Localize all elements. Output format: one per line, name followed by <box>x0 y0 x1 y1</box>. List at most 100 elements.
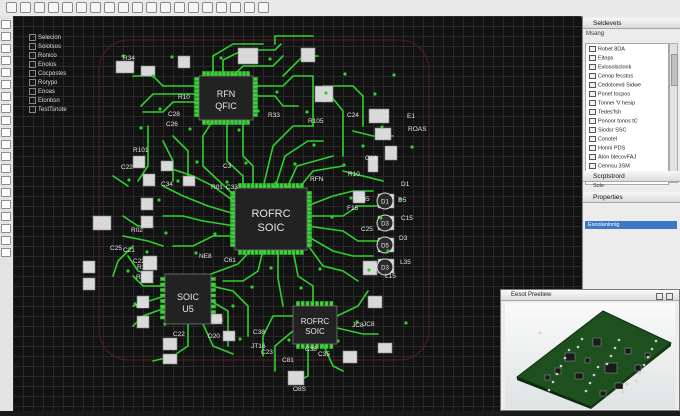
polygon-icon[interactable] <box>1 140 11 149</box>
checkbox-icon[interactable] <box>29 106 36 113</box>
minimize-icon[interactable] <box>656 293 663 300</box>
scroll-thumb[interactable] <box>671 54 678 86</box>
chip-soic-u5[interactable]: SOIC U5 <box>164 273 212 325</box>
tree-item[interactable]: Robet 8DA <box>589 46 625 52</box>
pointer-icon[interactable] <box>1 20 11 29</box>
component-tree[interactable]: Robet 8DA Eitops Exlosolsclonk Cenop fecsto… <box>585 43 669 185</box>
tree-item[interactable]: Cenop fecstos <box>589 73 633 79</box>
drc-icon[interactable] <box>202 2 213 13</box>
schematic-header[interactable]: Scrptstrord <box>583 171 680 182</box>
component-pad[interactable] <box>368 108 390 124</box>
preview-viewport[interactable] <box>505 303 675 409</box>
pad-icon[interactable] <box>1 80 11 89</box>
component-icon[interactable] <box>1 176 11 185</box>
tree-item[interactable]: Conotel <box>589 136 617 142</box>
tree-item[interactable]: Tedes'fsh <box>589 109 621 115</box>
component-pad[interactable] <box>82 277 96 291</box>
component-pad[interactable] <box>237 47 259 65</box>
component-pad[interactable] <box>115 60 135 74</box>
schematic-item[interactable]: Sole <box>593 183 604 189</box>
zoom-in-icon[interactable] <box>132 2 143 13</box>
paste-icon[interactable] <box>90 2 101 13</box>
component-pad[interactable] <box>222 330 236 342</box>
properties-header[interactable]: Properties <box>583 192 680 203</box>
zoom-out-icon[interactable] <box>146 2 157 13</box>
component-pad[interactable] <box>92 215 112 231</box>
undo-icon[interactable] <box>104 2 115 13</box>
component-pad[interactable] <box>377 342 393 354</box>
tree-item[interactable]: Tonnei 'V hesip <box>589 100 635 106</box>
checkbox-icon[interactable] <box>29 43 36 50</box>
checkbox-icon[interactable] <box>29 79 36 86</box>
drc-icon[interactable] <box>1 248 11 257</box>
chip-qfic[interactable]: RFN QFIC <box>198 75 254 121</box>
open-icon[interactable] <box>20 2 31 13</box>
component-pad[interactable] <box>132 155 146 169</box>
component-pad[interactable] <box>362 260 378 276</box>
wire-icon[interactable] <box>1 56 11 65</box>
circle-icon[interactable] <box>1 104 11 113</box>
export-icon[interactable] <box>230 2 241 13</box>
3d-preview-window[interactable]: Eesot Preetiew <box>500 289 680 411</box>
checkbox-icon[interactable] <box>29 34 36 41</box>
tree-item[interactable]: Cennsu 3SM <box>589 163 630 169</box>
text-icon[interactable] <box>1 116 11 125</box>
print-icon[interactable] <box>48 2 59 13</box>
component-pad[interactable] <box>142 173 156 187</box>
keepout-icon[interactable] <box>1 152 11 161</box>
copy-icon[interactable] <box>76 2 87 13</box>
component-pad[interactable] <box>384 145 398 161</box>
inspect-icon[interactable] <box>1 236 11 245</box>
component-pad[interactable] <box>287 370 305 386</box>
tree-item[interactable]: Exlosolsclonk <box>589 64 631 70</box>
chip-soic-main[interactable]: ROFRC SOIC <box>234 187 308 251</box>
close-icon[interactable] <box>666 293 673 300</box>
checkbox-icon[interactable] <box>29 52 36 59</box>
component-pad[interactable] <box>140 197 154 211</box>
tree-item[interactable]: Eitops <box>589 55 613 61</box>
select-icon[interactable] <box>1 32 11 41</box>
component-pad[interactable] <box>177 55 191 69</box>
tree-item[interactable]: Honni PDS <box>589 145 625 151</box>
chip-soic-small[interactable]: ROFRC SOIC <box>292 305 338 345</box>
component-pad[interactable] <box>182 175 196 187</box>
tree-item[interactable]: Cedotoevd Sidwe <box>589 82 641 88</box>
dimension-icon[interactable] <box>1 128 11 137</box>
component-pad[interactable] <box>162 337 178 351</box>
route-icon[interactable] <box>160 2 171 13</box>
measure-icon[interactable] <box>1 164 11 173</box>
component-pad[interactable] <box>374 127 392 141</box>
checkbox-icon[interactable] <box>29 61 36 68</box>
net-icon[interactable] <box>1 188 11 197</box>
help-icon[interactable] <box>258 2 269 13</box>
zoom-icon[interactable] <box>1 212 11 221</box>
grid-icon[interactable] <box>174 2 185 13</box>
checkbox-icon[interactable] <box>29 70 36 77</box>
component-pad[interactable] <box>136 315 150 329</box>
redo-icon[interactable] <box>118 2 129 13</box>
arc-icon[interactable] <box>1 92 11 101</box>
component-pad[interactable] <box>160 160 174 172</box>
layer-icon[interactable] <box>1 200 11 209</box>
checkbox-icon[interactable] <box>29 97 36 104</box>
component-pad[interactable] <box>367 295 383 309</box>
component-pad[interactable] <box>300 47 316 63</box>
cut-icon[interactable] <box>62 2 73 13</box>
new-icon[interactable] <box>6 2 17 13</box>
tree-item[interactable]: Ponet tocpos <box>589 91 630 97</box>
selected-header[interactable]: Seldevets <box>583 18 680 29</box>
via-icon[interactable] <box>1 68 11 77</box>
save-icon[interactable] <box>34 2 45 13</box>
3d-icon[interactable] <box>216 2 227 13</box>
settings-icon[interactable] <box>244 2 255 13</box>
tree-item[interactable]: Siodsr SSC <box>589 127 626 133</box>
layer-icon[interactable] <box>188 2 199 13</box>
checkbox-icon[interactable] <box>29 88 36 95</box>
tree-scrollbar[interactable] <box>669 43 678 183</box>
component-pad[interactable] <box>82 260 96 274</box>
move-icon[interactable] <box>1 44 11 53</box>
component-pad[interactable] <box>314 85 334 103</box>
component-pad[interactable] <box>342 350 358 364</box>
component-pad[interactable] <box>162 353 178 365</box>
tree-item[interactable]: Aton blecovFAJ <box>589 154 636 160</box>
